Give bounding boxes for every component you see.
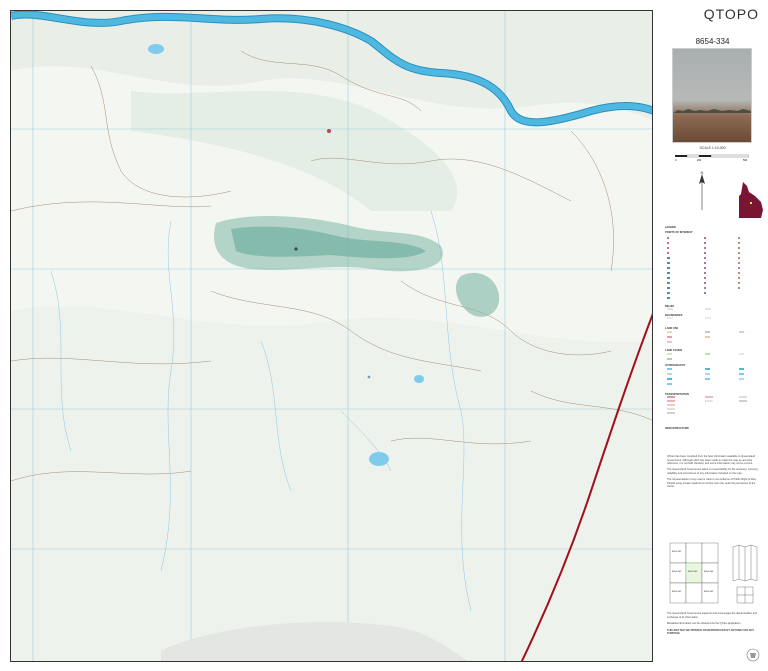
index-cell-label: 8654-333 [688, 571, 698, 573]
scale-tick-0: 0 [675, 159, 677, 162]
disclaimer: QTopo has been compiled from the best in… [667, 455, 762, 491]
svg-text:N: N [701, 170, 704, 175]
disclaimer-paragraph: The Queensland Government takes no respo… [667, 468, 759, 475]
lagoon [369, 452, 389, 466]
legend-section-infrastructure: INFRASTRUCTURE [665, 427, 689, 430]
waterhole-small [414, 375, 424, 383]
adjoining-sheets-index: 8654-331 8654-332 8654-333 8654-334 8654… [669, 541, 719, 609]
map-frame[interactable] [10, 10, 653, 662]
queensland-government-logo-icon [746, 648, 760, 662]
scale-tick-mid: 200 [697, 159, 702, 162]
map-info-panel: QTOPO 8654-334 SCALE 1:10,000 0 200 500 … [657, 0, 768, 671]
footer-text: The Queensland Government supports and e… [667, 612, 762, 636]
index-cell-label: 8654-332 [672, 571, 682, 573]
map-sheet-number: 8654-334 [695, 37, 730, 46]
trig-point-marker[interactable] [294, 247, 298, 251]
north-arrow-icon: N [699, 170, 705, 210]
legend-symbols [667, 237, 747, 414]
homestead-marker[interactable] [327, 129, 331, 133]
footer-paragraph: Metadata information can be obtained via… [667, 622, 742, 625]
scale-tick-end: 500 [743, 159, 748, 162]
cover-photo [672, 48, 752, 143]
scale-label: SCALE 1:10,000 [699, 146, 726, 150]
footer-paragraph: The Queensland Government supports and e… [667, 612, 758, 619]
index-cell-label: 8654-341 [672, 591, 682, 593]
queensland-locator-icon [739, 182, 763, 218]
brand-title: QTOPO [703, 6, 759, 22]
bore-marker[interactable] [367, 375, 371, 379]
waterhole [148, 44, 164, 54]
legend-section-poi: POINTS OF INTEREST [665, 231, 693, 234]
scale-bar: 0 200 500 [675, 154, 749, 162]
index-cell-label: 8654-334 [704, 571, 714, 573]
legend-title: LEGEND [665, 226, 676, 229]
footer-paragraph: THIS MAP MAY BE PRINTED OR REPRODUCED BY… [667, 628, 754, 636]
tree-line [673, 108, 751, 113]
disclaimer-paragraph: QTopo has been compiled from the best in… [667, 455, 756, 466]
vegetation-area-south [11, 306, 652, 661]
index-cell-label: 8654-342 [704, 591, 714, 593]
fold-diagram [732, 544, 758, 604]
topographic-map[interactable] [11, 11, 653, 662]
disclaimer-paragraph: The representation of any road or track … [667, 477, 757, 489]
index-cell-label: 8654-331 [672, 551, 682, 553]
